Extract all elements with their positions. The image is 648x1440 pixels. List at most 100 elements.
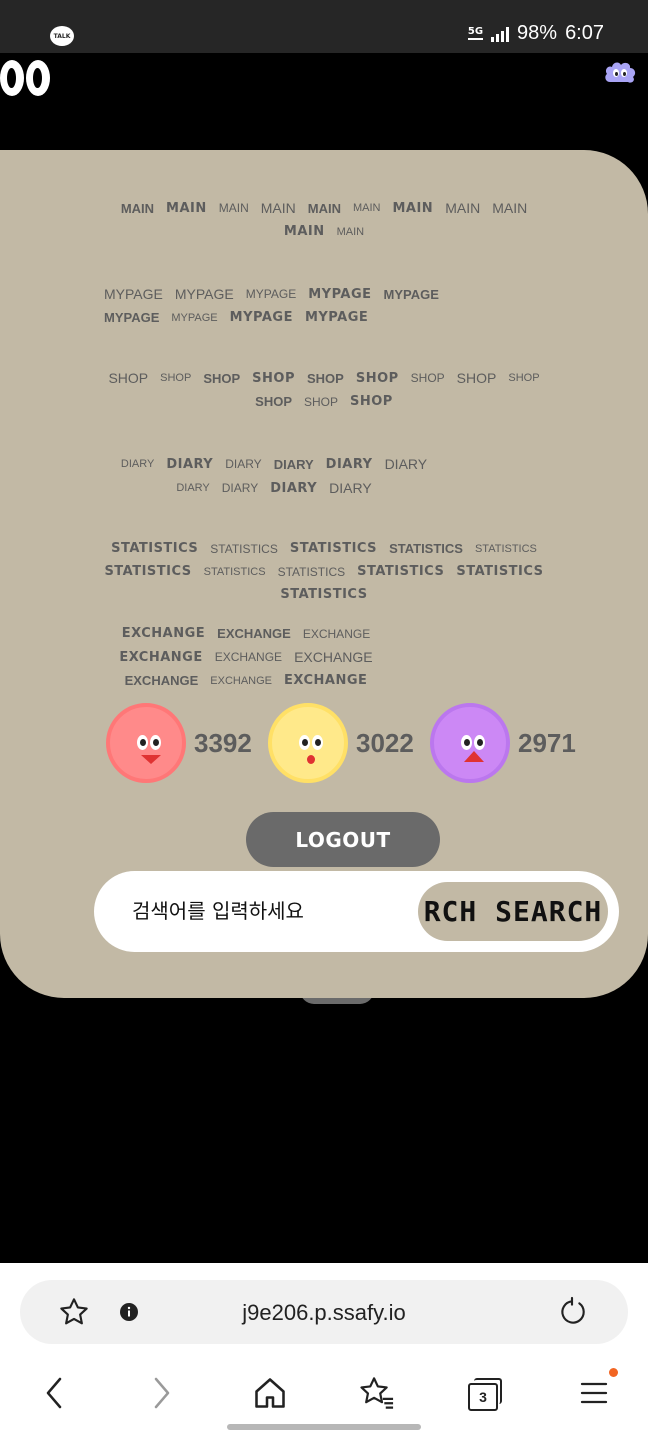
url-text: j9e206.p.ssafy.io [242,1300,406,1325]
menu-exchange[interactable]: EXCHANGE EXCHANGE EXCHANGE EXCHANGE EXCH… [96,626,396,688]
menu-shop-label[interactable]: SHOP [203,371,240,386]
yellow-character-icon [268,703,348,783]
menu-statistics-label[interactable]: STATISTICS [389,541,463,556]
search-button[interactable]: RCH SEARCH [418,882,608,941]
cloud-character-icon[interactable] [603,60,637,84]
menu-shop-label[interactable]: SHOP [304,395,338,409]
menu-statistics-label[interactable]: STATISTICS [357,564,444,579]
menu-shop-label[interactable]: SHOP [356,371,399,386]
menu-statistics-label[interactable]: STATISTICS [475,543,537,555]
signal-icon [491,26,510,42]
menu-mypage-label[interactable]: MYPAGE [308,287,371,302]
menu-diary-label[interactable]: DIARY [166,457,213,472]
menu-exchange-label[interactable]: EXCHANGE [294,649,373,665]
menu-mypage-label[interactable]: MYPAGE [305,310,368,325]
menu-statistics-label[interactable]: STATISTICS [278,565,346,579]
menu-diary-label[interactable]: DIARY [225,457,261,471]
notification-dot [609,1368,618,1377]
menu-main-label[interactable]: MAIN [219,201,249,215]
bookmarks-icon[interactable] [358,1375,396,1411]
menu-main-label[interactable]: MAIN [284,224,325,239]
menu-diary-label[interactable]: DIARY [222,481,258,495]
score-item: 2971 [430,703,590,783]
menu-diary-label[interactable]: DIARY [121,458,154,470]
search-bar: RCH SEARCH [94,871,619,952]
gesture-bar [227,1424,421,1430]
menu-statistics-label[interactable]: STATISTICS [111,541,198,556]
forward-icon[interactable] [148,1373,176,1413]
menu-shop-label[interactable]: SHOP [252,371,295,386]
menu-shop-label[interactable]: SHOP [307,371,344,386]
menu-mypage-label[interactable]: MYPAGE [104,310,159,325]
menu-statistics-label[interactable]: STATISTICS [280,587,367,602]
menu-diary-label[interactable]: DIARY [385,456,428,472]
menu-mypage-label[interactable]: MYPAGE [230,310,293,325]
menu-mypage-label[interactable]: MYPAGE [171,312,217,324]
menu-statistics-label[interactable]: STATISTICS [456,564,543,579]
menu-exchange-label[interactable]: EXCHANGE [122,626,205,641]
address-bar[interactable]: j9e206.p.ssafy.io [20,1280,628,1344]
menu-shop-label[interactable]: SHOP [508,372,539,384]
menu-icon[interactable] [578,1376,610,1410]
app-logo-eyes-icon[interactable] [0,60,50,96]
menu-mypage-label[interactable]: MYPAGE [246,287,296,301]
menu-shop-label[interactable]: SHOP [350,394,393,409]
menu-statistics-label[interactable]: STATISTICS [290,541,377,556]
kakaotalk-notification-icon: TALK [50,26,74,46]
menu-exchange-label[interactable]: EXCHANGE [303,627,370,641]
menu-exchange-label[interactable]: EXCHANGE [119,650,202,665]
menu-diary[interactable]: DIARY DIARY DIARY DIARY DIARY DIARY DIAR… [104,456,444,496]
menu-main-label[interactable]: MAIN [445,200,480,216]
menu-shop-label[interactable]: SHOP [457,370,497,386]
menu-exchange-label[interactable]: EXCHANGE [210,675,272,687]
menu-mypage-label[interactable]: MYPAGE [175,286,234,302]
menu-mypage-label[interactable]: MYPAGE [384,287,439,302]
menu-exchange-label[interactable]: EXCHANGE [125,673,199,688]
menu-shop-label[interactable]: SHOP [108,370,148,386]
menu-statistics-label[interactable]: STATISTICS [104,564,191,579]
back-icon[interactable] [40,1373,68,1413]
menu-diary-label[interactable]: DIARY [270,481,317,496]
menu-main-label[interactable]: MAIN [121,201,154,216]
clock: 6:07 [565,22,604,44]
menu-shop[interactable]: SHOP SHOP SHOP SHOP SHOP SHOP SHOP SHOP … [98,370,550,409]
score-item: 3392 [106,703,266,783]
menu-main-label[interactable]: MAIN [492,200,527,216]
score-value: 3392 [194,727,252,758]
status-bar: TALK 5G 98% 6:07 [0,0,648,53]
menu-main-label[interactable]: MAIN [166,201,207,216]
menu-shop-label[interactable]: SHOP [255,394,292,409]
menu-mypage-label[interactable]: MYPAGE [104,286,163,302]
menu-statistics-label[interactable]: STATISTICS [210,542,278,556]
reload-icon[interactable] [556,1296,588,1328]
tabs-icon[interactable]: 3 [468,1378,502,1411]
menu-diary-label[interactable]: DIARY [176,482,209,494]
menu-main-label[interactable]: MAIN [392,201,433,216]
menu-shop-label[interactable]: SHOP [160,372,191,384]
menu-main[interactable]: MAIN MAIN MAIN MAIN MAIN MAIN MAIN MAIN … [98,200,550,239]
menu-statistics-label[interactable]: STATISTICS [204,566,266,578]
menu-mypage[interactable]: MYPAGE MYPAGE MYPAGE MYPAGE MYPAGE MYPAG… [104,286,444,325]
browser-toolbar: j9e206.p.ssafy.io [0,1263,648,1440]
menu-main-label[interactable]: MAIN [353,202,381,214]
score-value: 2971 [518,727,576,758]
score-item: 3022 [268,703,428,783]
menu-diary-label[interactable]: DIARY [329,480,372,496]
red-character-icon [106,703,186,783]
menu-diary-label[interactable]: DIARY [274,457,314,472]
logout-button[interactable]: LOGOUT [246,812,440,867]
home-icon[interactable] [252,1375,288,1411]
search-button-label: RCH SEARCH [423,895,603,928]
search-input[interactable] [132,893,392,929]
menu-main-label[interactable]: MAIN [308,201,341,216]
menu-exchange-label[interactable]: EXCHANGE [284,673,367,688]
menu-exchange-label[interactable]: EXCHANGE [215,650,282,664]
menu-shop-label[interactable]: SHOP [411,371,445,385]
menu-statistics[interactable]: STATISTICS STATISTICS STATISTICS STATIST… [98,541,550,602]
menu-main-label[interactable]: MAIN [261,200,296,216]
character-scores: 3392 3022 2971 [106,703,592,783]
menu-exchange-label[interactable]: EXCHANGE [217,626,291,641]
menu-main-label[interactable]: MAIN [337,226,365,238]
purple-character-icon [430,703,510,783]
menu-diary-label[interactable]: DIARY [326,457,373,472]
